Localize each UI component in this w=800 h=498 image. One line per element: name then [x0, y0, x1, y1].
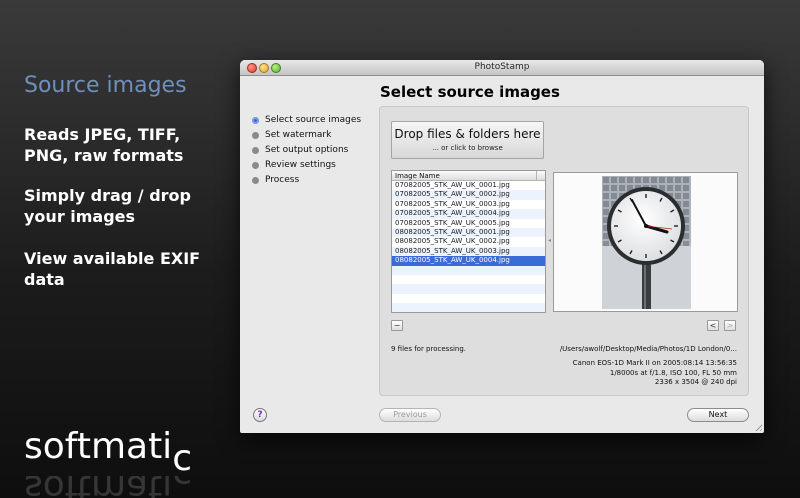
step-select-source: Select source images — [252, 113, 361, 128]
brand-logo-main: softmati — [24, 426, 173, 467]
empty-row — [392, 294, 545, 303]
exif-exposure: 1/8000s at f/1.8, ISO 100, FL 50 mm — [609, 368, 737, 377]
step-set-watermark: Set watermark — [252, 128, 361, 143]
empty-row — [392, 284, 545, 294]
step-pending-indicator-icon — [252, 132, 259, 139]
step-label: Review settings — [265, 160, 336, 170]
file-row-selected[interactable]: 08082005_STK_AW_UK_0004.jpg — [392, 256, 545, 266]
file-row[interactable]: 07082005_STK_AW_UK_0001.jpg — [392, 181, 545, 190]
drop-zone-button[interactable]: Drop files & folders here ... or click t… — [391, 121, 544, 159]
brand-logo: softmatic — [24, 426, 192, 479]
next-image-button[interactable]: > — [724, 320, 736, 331]
promo-heading: Source images — [24, 73, 187, 98]
app-window: PhotoStamp Select source images Set wate… — [240, 60, 764, 433]
previous-image-button[interactable]: < — [707, 320, 719, 331]
promo-feature-drag-drop: Simply drag / drop your images — [24, 186, 191, 226]
file-row[interactable]: 07082005_STK_AW_UK_0005.jpg — [392, 219, 545, 228]
image-preview — [553, 172, 738, 312]
step-label: Process — [265, 175, 300, 185]
previous-button[interactable]: Previous — [379, 408, 441, 422]
split-view-handle-icon[interactable]: ◂ — [548, 237, 551, 244]
promo-feature-exif: View available EXIF data — [24, 249, 201, 289]
title-bar[interactable]: PhotoStamp — [240, 60, 764, 76]
empty-row — [392, 275, 545, 284]
empty-row — [392, 265, 545, 275]
column-header-label: Image Name — [395, 172, 440, 180]
preview-photo — [602, 176, 691, 309]
steps-sidebar: Select source images Set watermark Set o… — [252, 113, 361, 188]
window-title: PhotoStamp — [474, 62, 530, 72]
file-row[interactable]: 08082005_STK_AW_UK_0003.jpg — [392, 246, 545, 257]
empty-row — [392, 303, 545, 312]
file-row[interactable]: 07082005_STK_AW_UK_0003.jpg — [392, 200, 545, 209]
brand-logo-reflection: softmatic — [24, 476, 192, 498]
source-images-panel: Drop files & folders here ... or click t… — [379, 106, 749, 396]
step-review-settings: Review settings — [252, 158, 361, 173]
column-header-image-name[interactable]: Image Name — [392, 171, 545, 181]
step-label: Set watermark — [265, 130, 332, 140]
header-corner — [536, 171, 545, 181]
step-set-output-options: Set output options — [252, 143, 361, 158]
drop-zone-title: Drop files & folders here — [394, 127, 541, 141]
step-label: Select source images — [265, 115, 362, 125]
promo-feature-formats: Reads JPEG, TIFF, PNG, raw formats — [24, 125, 184, 165]
file-row[interactable]: 07082005_STK_AW_UK_0004.jpg — [392, 209, 545, 219]
remove-file-button[interactable]: − — [391, 320, 403, 331]
step-pending-indicator-icon — [252, 177, 259, 184]
resize-grip-icon[interactable] — [753, 422, 762, 431]
step-label: Set output options — [265, 145, 349, 155]
file-path: /Users/awolf/Desktop/Media/Photos/1D Lon… — [559, 345, 737, 353]
exif-dimensions: 2336 x 3504 @ 240 dpi — [654, 378, 737, 386]
clock-photo-image — [602, 176, 691, 309]
file-count-status: 9 files for processing. — [391, 345, 467, 353]
page-title: Select source images — [380, 83, 560, 101]
step-pending-indicator-icon — [252, 162, 259, 169]
file-row[interactable]: 08082005_STK_AW_UK_0001.jpg — [392, 227, 545, 238]
step-active-indicator-icon — [252, 117, 259, 124]
step-pending-indicator-icon — [252, 147, 259, 154]
help-button[interactable]: ? — [253, 408, 267, 422]
file-list[interactable]: Image Name 07082005_STK_AW_UK_0001.jpg 0… — [391, 170, 546, 313]
next-button[interactable]: Next — [687, 408, 749, 422]
file-row[interactable]: 07082005_STK_AW_UK_0002.jpg — [392, 190, 545, 200]
exif-camera: Canon EOS-1D Mark II on 2005:08:14 13:56… — [572, 359, 737, 367]
brand-logo-sub: c — [172, 438, 192, 479]
drop-zone-subtitle: ... or click to browse — [432, 144, 503, 152]
step-process: Process — [252, 173, 361, 188]
file-row[interactable]: 08082005_STK_AW_UK_0002.jpg — [392, 237, 545, 246]
